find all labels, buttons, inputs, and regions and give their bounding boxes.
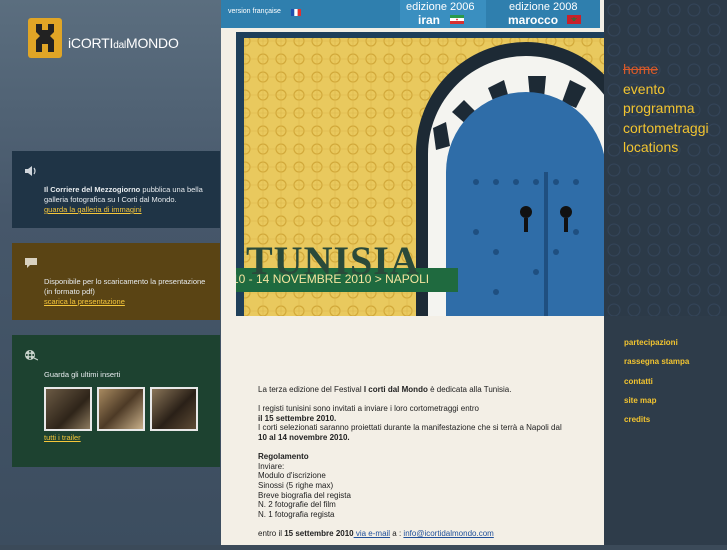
edition-2006-link[interactable]: edizione 2006 iran <box>400 0 486 28</box>
trailer-footer: tutti i trailer <box>44 433 214 443</box>
trailer-thumbnail[interactable] <box>97 387 145 431</box>
morocco-flag-icon <box>567 15 581 24</box>
nav-site-map[interactable]: site map <box>624 391 689 410</box>
submission-line: entro il 15 settembre 2010 via e-mail a … <box>258 528 494 538</box>
email-link[interactable]: info@icortidalmondo.com <box>403 529 493 538</box>
presentation-panel: Disponibile per lo scaricamento la prese… <box>12 243 220 320</box>
presentation-text: Disponibile per lo scaricamento la prese… <box>44 277 206 306</box>
regulations-item: N. 2 fotografie del film <box>258 500 336 510</box>
intro-paragraph: La terza edizione del Festival I corti d… <box>258 385 512 394</box>
iran-flag-icon <box>450 15 464 24</box>
nav-locations[interactable]: locations <box>623 138 709 158</box>
nav-contatti[interactable]: contatti <box>624 372 689 391</box>
regulations-item: Modulo d'iscrizione <box>258 471 326 481</box>
festival-banner: TUNISIA 10 - 14 NOVEMBRE 2010 > NAPOLI <box>236 32 604 316</box>
trailer-thumbnail[interactable] <box>150 387 198 431</box>
nav-credits[interactable]: credits <box>624 410 689 429</box>
festival-description: La terza edizione del Festival I corti d… <box>258 385 598 548</box>
trailer-heading: Guarda gli ultimi inserti <box>44 370 121 379</box>
site-logo[interactable]: iCORTIdalMONDO <box>28 18 213 62</box>
regulations-item: N. 1 fotografia regista <box>258 509 335 519</box>
regulations-section: Regolamento Inviare: Modulo d'iscrizione… <box>258 452 598 519</box>
nav-partecipazioni[interactable]: partecipazioni <box>624 333 689 352</box>
nav-rassegna-stampa[interactable]: rassegna stampa <box>624 352 689 371</box>
download-presentation-link[interactable]: scarica la presentazione <box>44 297 125 306</box>
regulations-item: Inviare: <box>258 461 285 471</box>
logo-mark-icon <box>28 18 62 58</box>
banner-dates: 10 - 14 NOVEMBRE 2010 > NAPOLI <box>236 272 430 286</box>
invite-paragraph: I registi tunisini sono invitati a invia… <box>258 404 562 442</box>
all-trailers-link[interactable]: tutti i trailer <box>44 433 81 442</box>
news-panel: Il Corriere del Mezzogiorno pubblica una… <box>12 151 220 228</box>
gallery-link[interactable]: guarda la galleria di immagini <box>44 205 142 214</box>
regulations-item: Breve biografia del regista <box>258 490 351 500</box>
secondary-navigation: partecipazioni rassegna stampa contatti … <box>624 333 689 429</box>
regulations-item: Sinossi (5 righe max) <box>258 480 334 490</box>
nav-home[interactable]: home <box>623 60 709 80</box>
news-text: Il Corriere del Mezzogiorno pubblica una… <box>44 185 203 214</box>
regulations-title: Regolamento <box>258 452 309 462</box>
trailer-thumbnail[interactable] <box>44 387 92 431</box>
nav-programma[interactable]: programma <box>623 99 709 119</box>
speech-bubble-icon <box>25 258 37 268</box>
nav-cortometraggi[interactable]: cortometraggi <box>623 119 709 139</box>
edition-2008-link[interactable]: edizione 2008 marocco <box>494 0 600 28</box>
via-email-link[interactable]: via e-mail <box>354 529 390 538</box>
nav-evento[interactable]: evento <box>623 80 709 100</box>
french-version-link[interactable]: version française <box>228 8 281 15</box>
french-flag-icon[interactable] <box>291 9 301 16</box>
trailer-panel: Guarda gli ultimi inserti tutti i traile… <box>12 335 220 467</box>
main-navigation: home evento programma cortometraggi loca… <box>623 60 709 158</box>
speaker-icon <box>25 166 36 176</box>
film-reel-icon <box>25 350 38 361</box>
logo-text: iCORTIdalMONDO <box>68 35 179 51</box>
